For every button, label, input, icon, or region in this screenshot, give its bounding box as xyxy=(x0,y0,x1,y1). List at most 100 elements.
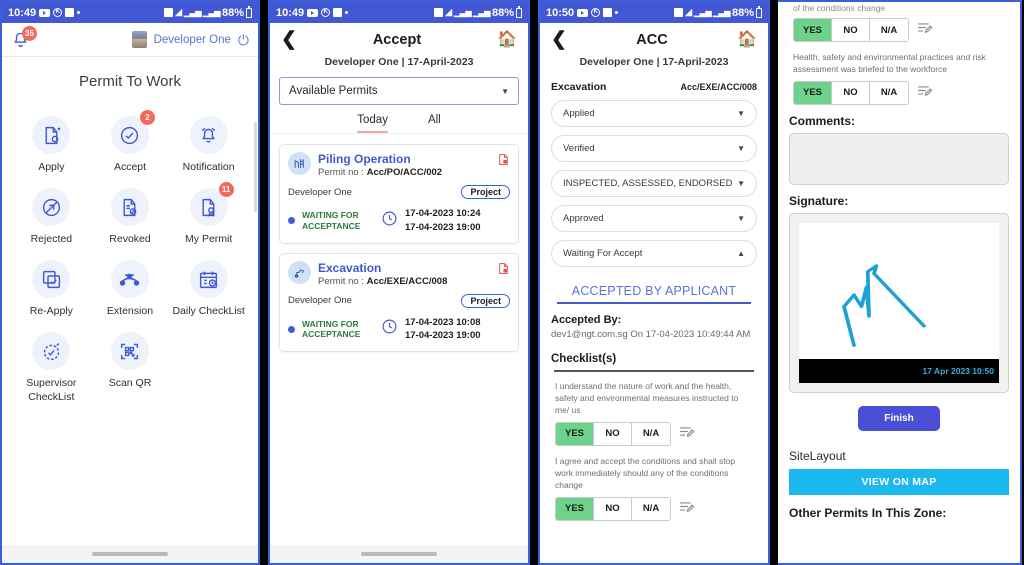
work-type-row: Excavation Acc/EXE/ACC/008 xyxy=(551,81,757,93)
divider xyxy=(557,302,751,304)
back-icon[interactable]: ❮ xyxy=(281,30,297,49)
yes-no-na-group[interactable]: YES NO N/A xyxy=(555,421,671,446)
home-icon[interactable]: 🏠 xyxy=(497,31,517,48)
clock-text: 10:50 xyxy=(546,6,575,19)
phone-panel-accept-list: 10:49 K ◢ ▁▃▅ ▁▃▅ 88% ❮ Accept 🏠 Develop… xyxy=(268,0,530,565)
wifi-icon: ◢ xyxy=(445,7,453,17)
menu-tile-re-apply[interactable]: Re-Apply xyxy=(12,250,91,318)
excavator-icon xyxy=(288,260,311,284)
stage-approved[interactable]: Approved ▼ xyxy=(551,205,757,232)
user-area[interactable]: Developer One ⏻ xyxy=(131,31,249,48)
phone-panel-signature: of the conditions change YES NO N/A Heal… xyxy=(778,0,1022,565)
permit-no-value: Acc/EXE/ACC/008 xyxy=(680,82,757,92)
sub-header: Developer One | 17-April-2023 xyxy=(324,56,474,68)
stage-applied[interactable]: Applied ▼ xyxy=(551,100,757,127)
finish-button[interactable]: Finish xyxy=(858,405,940,431)
scrollbar[interactable] xyxy=(254,122,257,212)
chevron-down-icon: ▼ xyxy=(737,214,745,223)
back-icon[interactable]: ❮ xyxy=(551,30,567,49)
stage-verified[interactable]: Verified ▼ xyxy=(551,135,757,162)
option-no[interactable]: NO xyxy=(832,19,870,41)
yes-no-na-group[interactable]: YES NO N/A xyxy=(555,496,671,521)
option-yes[interactable]: YES xyxy=(794,19,832,41)
k-circle-icon: K xyxy=(321,8,331,17)
option-yes[interactable]: YES xyxy=(556,422,594,445)
permit-dates: 17-04-2023 10:24 17-04-2023 19:00 xyxy=(405,207,481,235)
comments-input[interactable] xyxy=(789,132,1009,185)
phone-panel-acc-detail: 10:50 K ◢ ▁▃▅ ▁▃▅ 88% ❮ ACC 🏠 Developer … xyxy=(538,0,770,565)
available-permits-select[interactable]: Available Permits ▼ xyxy=(279,77,519,105)
menu-tile-supervisor-checklist[interactable]: Supervisor CheckList xyxy=(12,322,91,403)
menu-tile-rejected[interactable]: Rejected xyxy=(12,178,91,246)
option-no[interactable]: NO xyxy=(594,497,632,520)
view-on-map-button[interactable]: VIEW ON MAP xyxy=(789,468,1009,495)
avatar xyxy=(131,31,147,48)
phone-panel-home: 10:49 K ◢ ▁▃▅ ▁▃▅ 88% 35 Developer One ⏻… xyxy=(0,0,260,565)
status-bar: 10:50 K ◢ ▁▃▅ ▁▃▅ 88% xyxy=(540,2,768,23)
option-na[interactable]: N/A xyxy=(870,19,908,41)
android-nav-bar[interactable] xyxy=(2,545,258,563)
battery-icon xyxy=(516,5,522,18)
status-dot-icon xyxy=(288,217,295,225)
stage-inspected[interactable]: INSPECTED, ASSESSED, ENDORSED ▼ xyxy=(551,170,757,197)
menu-tile-scan-qr[interactable]: Scan QR xyxy=(91,322,170,403)
menu-tile-my-permit[interactable]: 11 My Permit xyxy=(169,178,248,246)
app-bar: ❮ ACC 🏠 xyxy=(540,23,768,56)
panel-gap xyxy=(260,0,268,565)
battery-percent: 88% xyxy=(491,6,514,19)
project-chip: Project xyxy=(461,293,510,308)
menu-tile-label: Rejected xyxy=(30,233,73,246)
android-nav-bar[interactable] xyxy=(270,545,528,563)
qr-scan-icon xyxy=(110,332,149,371)
permit-name: Piling Operation xyxy=(318,152,411,166)
pdf-document-icon[interactable] xyxy=(497,152,510,172)
menu-tile-notification[interactable]: Notification xyxy=(169,106,248,174)
yes-no-na-group[interactable]: YES NO N/A xyxy=(793,80,909,105)
finish-button-row: Finish xyxy=(789,393,1009,441)
stage-waiting-for-accept[interactable]: Waiting For Accept ▲ xyxy=(551,240,757,267)
menu-tile-revoked[interactable]: Revoked xyxy=(91,178,170,246)
stage-label: Waiting For Accept xyxy=(563,248,643,259)
option-no[interactable]: NO xyxy=(832,81,870,104)
menu-tile-label: Accept xyxy=(113,161,147,173)
yes-no-na-group[interactable]: YES NO N/A xyxy=(793,18,909,42)
stopwatch-check-icon xyxy=(32,332,71,371)
app-bar: ❮ Accept 🏠 xyxy=(270,23,528,56)
edit-remark-icon[interactable] xyxy=(916,82,933,104)
home-icon[interactable]: 🏠 xyxy=(737,31,757,48)
permit-card-header: Piling Operation Permit no : Acc/PO/ACC/… xyxy=(288,152,510,178)
tab-today[interactable]: Today xyxy=(357,114,388,133)
permit-name: Excavation xyxy=(318,260,382,275)
edit-remark-icon[interactable] xyxy=(678,498,695,520)
option-yes[interactable]: YES xyxy=(794,81,832,104)
logout-icon[interactable]: ⏻ xyxy=(238,33,249,47)
notification-badge: 35 xyxy=(22,25,37,41)
developer-name: Developer One xyxy=(288,186,352,198)
menu-tile-accept[interactable]: 2 Accept xyxy=(91,106,170,174)
menu-tile-extension[interactable]: Extension xyxy=(91,250,170,318)
permit-card[interactable]: Excavation Permit no : Acc/EXE/ACC/008 D… xyxy=(279,252,519,353)
menu-tile-label: Extension xyxy=(106,305,154,318)
edit-remark-icon[interactable] xyxy=(916,19,933,41)
clipped-question-text: of the conditions change xyxy=(793,3,886,13)
signal-icon: ▁▃▅ xyxy=(694,8,711,17)
tab-all[interactable]: All xyxy=(428,114,441,133)
option-no[interactable]: NO xyxy=(594,422,632,445)
home-top-bar: 35 Developer One ⏻ xyxy=(2,23,258,57)
option-na[interactable]: N/A xyxy=(632,422,670,445)
option-yes[interactable]: YES xyxy=(556,497,594,520)
option-na[interactable]: N/A xyxy=(632,497,670,520)
pdf-document-icon[interactable] xyxy=(497,261,510,281)
option-na[interactable]: N/A xyxy=(870,81,908,104)
permit-card-meta: Developer One Project xyxy=(288,185,510,199)
permit-card[interactable]: Piling Operation Permit no : Acc/PO/ACC/… xyxy=(279,144,519,244)
signature-pad[interactable]: 17 Apr 2023 10:50 xyxy=(789,212,1009,393)
signature-canvas[interactable] xyxy=(799,222,999,359)
menu-tile-daily-checklist[interactable]: Daily CheckList xyxy=(169,250,248,318)
chevron-down-icon: ▼ xyxy=(737,109,745,118)
dot-icon xyxy=(615,11,619,14)
chevron-up-icon: ▲ xyxy=(737,249,745,258)
notification-bell-button[interactable]: 35 xyxy=(11,25,37,53)
edit-remark-icon[interactable] xyxy=(678,423,695,445)
menu-tile-apply[interactable]: Apply xyxy=(12,106,91,174)
